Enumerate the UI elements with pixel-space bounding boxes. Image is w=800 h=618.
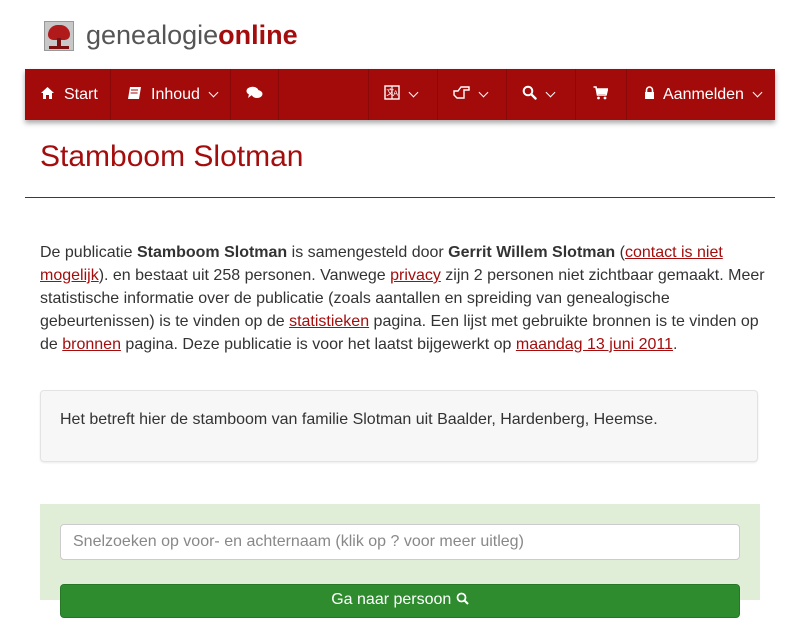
quick-search-panel: Ga naar persoon	[40, 504, 760, 618]
navbar-spacer	[279, 69, 369, 120]
chevron-down-icon	[208, 87, 219, 98]
intro-text: .	[673, 336, 678, 353]
chevron-down-icon	[478, 87, 489, 98]
chevron-down-icon	[545, 87, 556, 98]
translate-icon: 文A	[384, 85, 400, 104]
nav-login-label: Aanmelden	[663, 85, 744, 103]
chevron-down-icon	[408, 87, 419, 98]
header: genealogieonline	[0, 0, 800, 69]
quick-search-input[interactable]	[60, 524, 740, 560]
logo-text-plain: genealogie	[86, 20, 219, 50]
intro-text: (	[615, 244, 625, 261]
publication-intro: De publicatie Stamboom Slotman is sameng…	[40, 241, 765, 356]
nav-language[interactable]: 文A	[369, 69, 438, 120]
svg-text:A: A	[393, 90, 398, 98]
title-divider	[25, 197, 775, 198]
author-name: Gerrit Willem Slotman	[448, 244, 616, 261]
go-to-person-button[interactable]: Ga naar persoon	[60, 584, 740, 618]
page-title: Stamboom Slotman	[40, 140, 304, 173]
privacy-link[interactable]: privacy	[390, 267, 441, 284]
nav-login[interactable]: Aanmelden	[627, 69, 775, 120]
nav-start[interactable]: Start	[25, 69, 111, 120]
sources-link[interactable]: bronnen	[62, 336, 121, 353]
home-icon	[40, 86, 55, 104]
lock-icon	[644, 85, 655, 104]
logo-text: genealogieonline	[86, 20, 298, 51]
nav-inhoud-label: Inhoud	[151, 85, 200, 103]
nav-chat[interactable]	[231, 69, 279, 120]
intro-text: is samengesteld door	[287, 244, 449, 261]
intro-text: De publicatie	[40, 244, 137, 261]
search-icon	[522, 85, 537, 104]
nav-cart[interactable]	[576, 69, 627, 120]
main-navbar: Start Inhoud 文A Aanmelden	[25, 69, 775, 120]
nav-start-label: Start	[64, 85, 98, 103]
book-icon	[127, 86, 142, 104]
nav-search[interactable]	[507, 69, 576, 120]
publication-name: Stamboom Slotman	[136, 244, 288, 261]
comments-icon	[246, 86, 263, 103]
intro-text: pagina. Deze publicatie is voor het laat…	[120, 336, 516, 353]
chevron-down-icon	[752, 87, 763, 98]
publication-description: Het betreft hier de stamboom van familie…	[40, 390, 758, 462]
statistics-link[interactable]: statistieken	[289, 313, 369, 330]
tree-logo-icon	[44, 20, 74, 51]
nav-inhoud[interactable]: Inhoud	[111, 69, 231, 120]
logo-text-bold: online	[218, 20, 298, 50]
last-updated-link[interactable]: maandag 13 juni 2011	[516, 336, 673, 353]
intro-text: ). en bestaat uit 258 personen. Vanwege	[98, 267, 391, 284]
nav-share[interactable]	[438, 69, 507, 120]
hand-point-icon	[453, 86, 470, 103]
cart-icon	[593, 85, 609, 104]
logo[interactable]: genealogieonline	[44, 20, 298, 51]
